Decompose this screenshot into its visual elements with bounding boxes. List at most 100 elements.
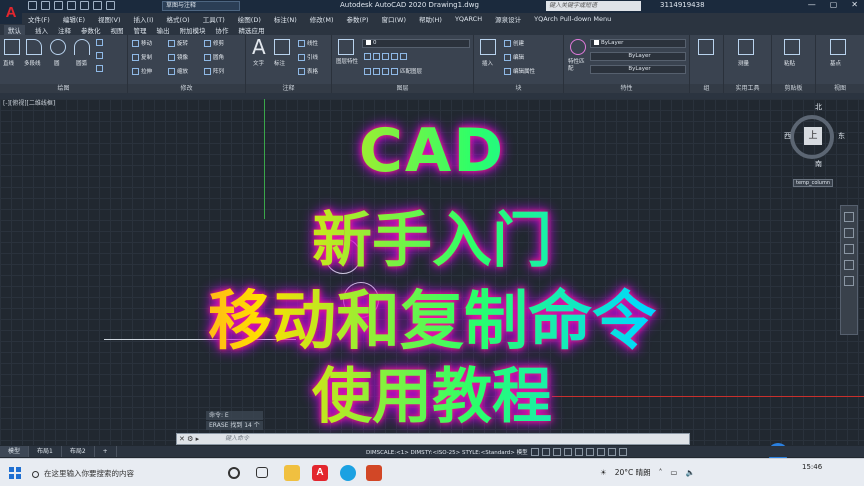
new-icon[interactable] [28,1,37,10]
lineweight-dropdown[interactable]: ByLayer [590,65,686,74]
powerpoint-icon[interactable] [366,465,382,481]
block-panel-label[interactable]: 块 [474,84,563,93]
paste-icon[interactable] [784,39,800,55]
properties-panel-label[interactable]: 特性 [564,84,689,93]
menu-insert[interactable]: 插入(I) [134,14,154,24]
leader-tool[interactable]: 引线 [298,53,318,61]
print-icon[interactable] [80,1,89,10]
menu-yqarch-pulldown[interactable]: YQArch Pull-down Menu [534,15,611,23]
match-layer-icon[interactable] [391,68,398,75]
osnap-icon[interactable] [574,447,583,456]
polar-icon[interactable] [563,447,572,456]
network-icon[interactable]: ▭ [670,468,677,477]
user-account[interactable]: 3114919438 [660,1,705,9]
tab-collaborate[interactable]: 协作 [216,25,229,35]
viewcube-north[interactable]: 北 [815,102,822,112]
layer-isolate-icon[interactable] [373,53,380,60]
customize-icon[interactable] [618,447,627,456]
menu-dimension[interactable]: 标注(N) [274,14,297,24]
tab-featured[interactable]: 精选应用 [239,25,265,35]
color-dropdown[interactable]: ByLayer [590,39,686,48]
taskbar-search[interactable]: 在这里输入你要搜索的内容 [32,468,134,479]
trim-tool[interactable]: 修剪 [204,39,224,47]
layer-properties-icon[interactable] [338,39,354,55]
modify-panel-label[interactable]: 修改 [128,84,245,93]
menu-file[interactable]: 文件(F) [28,14,50,24]
layer-unlock-icon[interactable] [382,68,389,75]
edge-icon[interactable] [340,465,356,481]
layer-dropdown[interactable]: 0 [362,39,470,48]
autocad-logo[interactable]: A [0,0,22,24]
help-search-input[interactable]: 键入关键字或短语 [546,1,641,11]
command-input[interactable]: 键入命令 [176,433,690,445]
windows-start-icon[interactable] [9,467,21,479]
text-icon[interactable]: A [252,35,266,59]
wrench-icon[interactable]: ⚙ [187,435,193,443]
match-layer-label[interactable]: 匹配图层 [400,69,422,75]
hatch-tool[interactable] [96,52,105,59]
annotation-panel-label[interactable]: 注释 [246,84,331,93]
table-tool[interactable]: 表格 [298,67,318,75]
clipboard-panel-label[interactable]: 剪贴板 [772,84,815,93]
workspace-switch-icon[interactable] [607,447,616,456]
add-layout-icon[interactable]: + [95,446,117,457]
make-current-icon[interactable] [400,53,407,60]
minimize-icon[interactable]: — [808,0,816,9]
layer-freeze-icon[interactable] [382,53,389,60]
file-explorer-icon[interactable] [284,465,300,481]
tab-addins[interactable]: 附加模块 [180,25,206,35]
layers-panel-label[interactable]: 图层 [332,84,473,93]
cortana-icon[interactable] [228,467,240,479]
tab-annotate[interactable]: 注释 [58,25,71,35]
circle-icon[interactable] [50,39,66,55]
view-panel-label[interactable]: 视图 [816,84,864,93]
edit-block-tool[interactable]: 编辑 [504,53,524,61]
stretch-tool[interactable]: 拉伸 [132,67,152,75]
draw-panel-label[interactable]: 绘图 [0,84,127,93]
tab-default[interactable]: 默认 [4,24,25,35]
tab-insert[interactable]: 插入 [35,25,48,35]
menu-help[interactable]: 帮助(H) [419,14,442,24]
tab-layout2[interactable]: 布局2 [62,446,95,457]
scale-tool[interactable]: 缩放 [168,67,188,75]
lineweight-icon[interactable] [585,447,594,456]
line-icon[interactable] [4,39,20,55]
groups-panel-label[interactable]: 组 [690,84,723,93]
workspace-selector[interactable]: 草图与注释 [162,1,240,11]
match-properties-icon[interactable] [570,39,586,55]
menu-yqarch[interactable]: YQARCH [455,15,482,23]
mirror-tool[interactable]: 镜像 [168,53,188,61]
task-view-icon[interactable] [256,467,268,478]
arc-icon[interactable] [74,39,90,55]
close-icon[interactable]: ✕ [851,0,858,9]
weather-text[interactable]: 20°C 晴朗 [615,467,651,478]
tray-expand-icon[interactable]: ˄ [659,468,663,477]
layer-off-icon[interactable] [364,53,371,60]
tab-view[interactable]: 视图 [111,25,124,35]
layer-thaw-icon[interactable] [373,68,380,75]
tab-output[interactable]: 输出 [157,25,170,35]
autocad-taskbar-icon[interactable]: A [312,465,328,481]
menu-view[interactable]: 视图(V) [98,14,121,24]
annotation-scale-icon[interactable] [596,447,605,456]
rotate-tool[interactable]: 旋转 [168,39,188,47]
fillet-tool[interactable]: 圆角 [204,53,224,61]
linear-tool[interactable]: 线性 [298,39,318,47]
viewport-controls[interactable]: [-][俯视][二维线框] [3,98,55,107]
menu-tools[interactable]: 工具(T) [203,14,225,24]
menu-yuanquan[interactable]: 源泉设计 [495,14,521,24]
menu-window[interactable]: 窗口(W) [381,14,406,24]
menu-modify[interactable]: 修改(M) [310,14,334,24]
ortho-icon[interactable] [552,447,561,456]
measure-icon[interactable] [738,39,754,55]
tab-model[interactable]: 模型 [0,446,30,457]
insert-block-icon[interactable] [480,39,496,55]
grid-icon[interactable] [530,447,539,456]
maximize-icon[interactable]: ▢ [830,0,838,9]
menu-draw[interactable]: 绘图(D) [238,14,261,24]
weather-icon[interactable]: ☀ [600,468,607,477]
tab-parametric[interactable]: 参数化 [81,25,101,35]
menu-format[interactable]: 格式(O) [167,14,190,24]
tab-layout1[interactable]: 布局1 [29,446,62,457]
undo-icon[interactable] [93,1,102,10]
